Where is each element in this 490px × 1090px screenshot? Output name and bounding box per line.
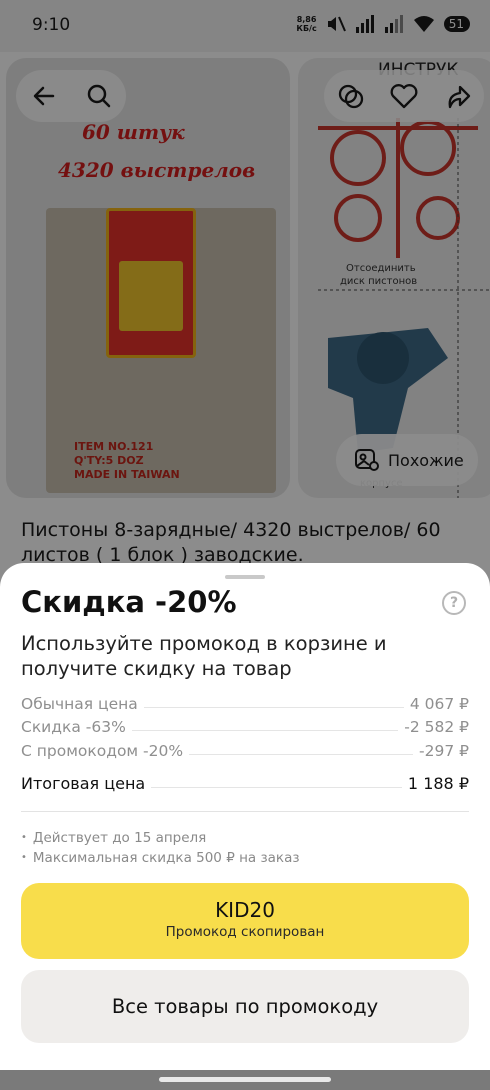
price-row-label: Скидка -63% — [21, 718, 126, 736]
price-row: Скидка -63% -2 582 ₽ — [21, 713, 469, 736]
divider — [21, 811, 469, 812]
price-row: С промокодом -20% -297 ₽ — [21, 736, 469, 760]
price-breakdown: Обычная цена 4 067 ₽ Скидка -63% -2 582 … — [21, 689, 469, 794]
promo-bottom-sheet: Скидка -20% ? Используйте промокод в кор… — [0, 563, 490, 1070]
promo-code: KID20 — [215, 898, 275, 922]
price-row-value: -2 582 ₽ — [404, 718, 469, 736]
sheet-grabber[interactable] — [225, 575, 265, 579]
price-row-value: -297 ₽ — [419, 741, 469, 760]
promo-notes: Действует до 15 апреля Максимальная скид… — [21, 828, 300, 868]
total-value: 1 188 ₽ — [407, 774, 469, 793]
system-nav-bar — [0, 1070, 490, 1090]
price-row: Обычная цена 4 067 ₽ — [21, 689, 469, 713]
price-row-label: Обычная цена — [21, 694, 138, 713]
home-indicator[interactable] — [159, 1077, 331, 1082]
promo-code-button[interactable]: KID20 Промокод скопирован — [21, 883, 469, 959]
price-row-label: С промокодом -20% — [21, 741, 184, 760]
help-icon[interactable]: ? — [442, 591, 466, 615]
sheet-subtitle: Используйте промокод в корзине и получит… — [21, 632, 387, 680]
note-item: Максимальная скидка 500 ₽ на заказ — [21, 848, 300, 868]
sheet-title: Скидка -20% — [21, 585, 237, 619]
note-item: Действует до 15 апреля — [21, 828, 300, 848]
all-promo-products-button[interactable]: Все товары по промокоду — [21, 970, 469, 1043]
total-label: Итоговая цена — [21, 774, 146, 793]
promo-copied-status: Промокод скопирован — [165, 924, 325, 940]
price-row-value: 4 067 ₽ — [409, 694, 469, 713]
total-row: Итоговая цена 1 188 ₽ — [21, 770, 469, 793]
